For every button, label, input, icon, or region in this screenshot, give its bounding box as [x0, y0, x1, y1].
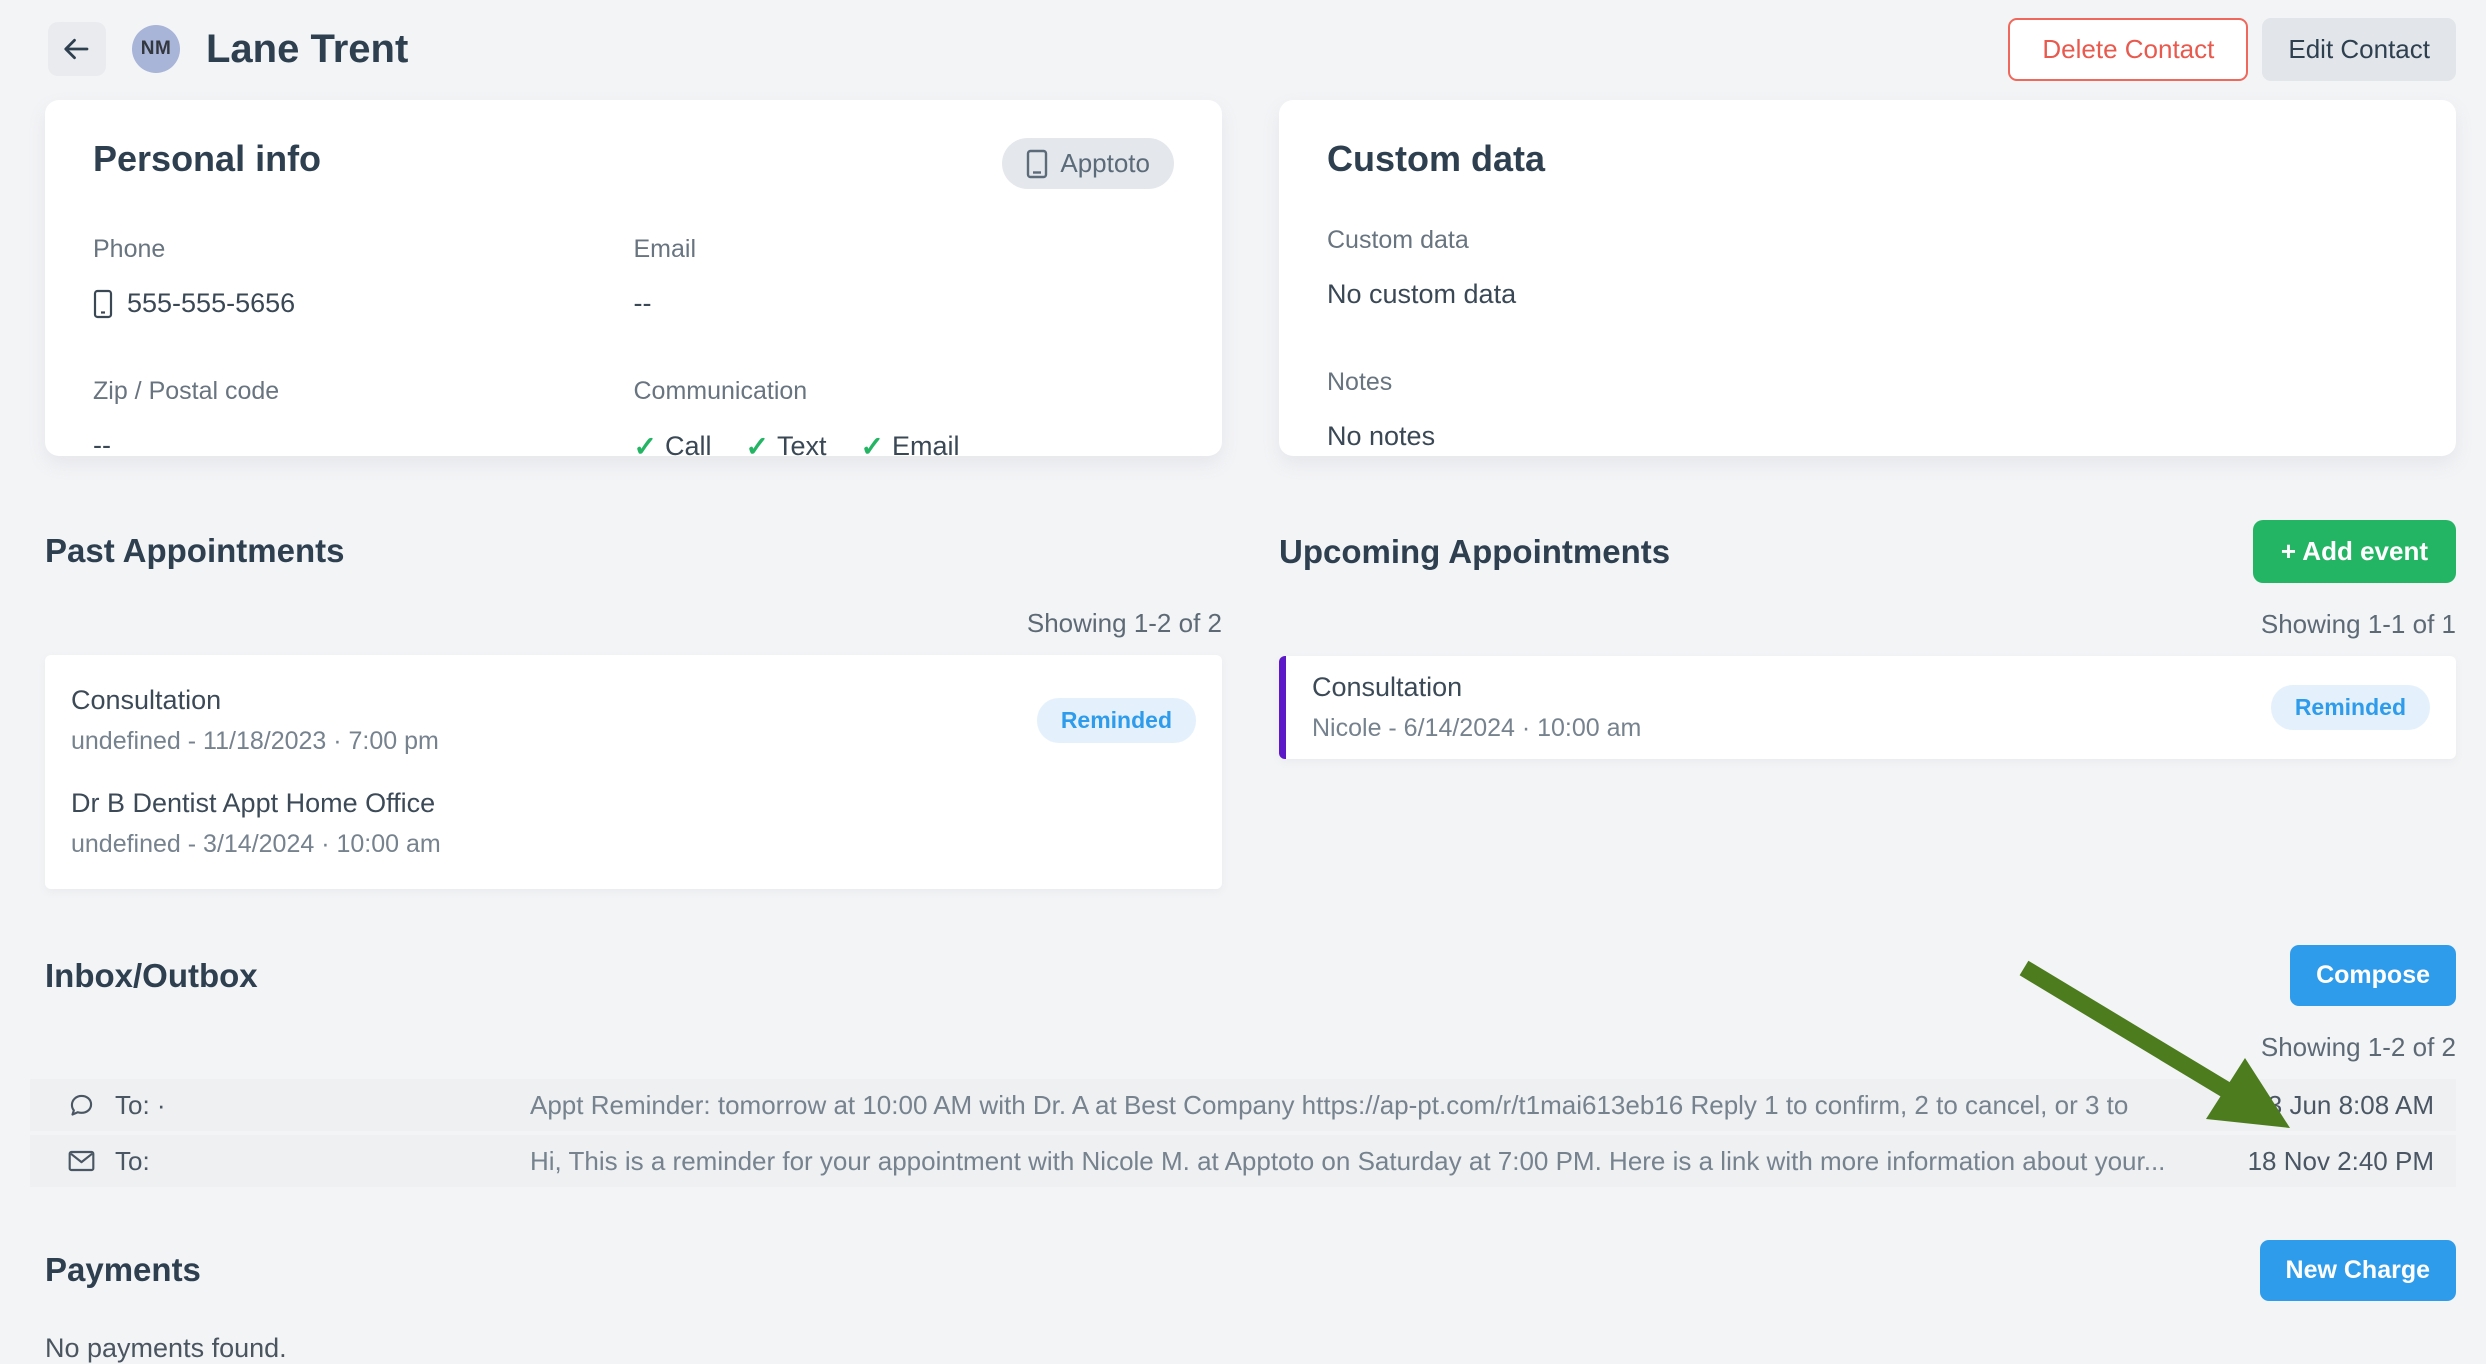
past-appointments-list: Consultation undefined - 11/18/2023 · 7:…	[45, 655, 1222, 889]
message-timestamp: 18 Nov 2:40 PM	[2179, 1146, 2434, 1177]
reminded-badge: Reminded	[1037, 698, 1196, 743]
message-row[interactable]: To: Hi, This is a reminder for your appo…	[30, 1135, 2456, 1187]
notes-label: Notes	[1327, 368, 2408, 397]
avatar: NM	[132, 25, 180, 73]
payments-section: Payments New Charge No payments found.	[45, 1239, 2456, 1364]
email-field: Email --	[634, 235, 1175, 319]
comm-text-label: Text	[777, 431, 827, 462]
compose-button[interactable]: Compose	[2290, 945, 2456, 1006]
appointment-subtitle: undefined - 11/18/2023 · 7:00 pm	[71, 727, 439, 756]
inbox-outbox-title: Inbox/Outbox	[45, 957, 258, 995]
apptoto-source-badge: Apptoto	[1002, 138, 1174, 189]
phone-label: Phone	[93, 235, 634, 264]
comm-option-call: ✓ Call	[634, 430, 712, 463]
badge-label: Apptoto	[1060, 148, 1150, 179]
custom-data-label: Custom data	[1327, 226, 2408, 255]
chat-bubble-icon	[68, 1092, 95, 1119]
upcoming-appointments-list: Consultation Nicole - 6/14/2024 · 10:00 …	[1279, 656, 2456, 759]
email-value: --	[634, 288, 1175, 319]
upcoming-appointments-section: Upcoming Appointments + Add event Showin…	[1279, 520, 2456, 759]
comm-call-label: Call	[665, 431, 712, 462]
appointment-subtitle: undefined - 3/14/2024 · 10:00 am	[71, 830, 441, 859]
check-icon: ✓	[634, 430, 657, 463]
zip-label: Zip / Postal code	[93, 377, 634, 406]
add-event-button[interactable]: + Add event	[2253, 520, 2456, 583]
appointment-item[interactable]: Consultation Nicole - 6/14/2024 · 10:00 …	[1279, 656, 2456, 759]
showing-count: Showing 1-2 of 2	[45, 608, 1222, 639]
edit-contact-button[interactable]: Edit Contact	[2262, 18, 2456, 81]
appointment-title: Consultation	[1312, 672, 1641, 703]
past-appointments-title: Past Appointments	[45, 532, 344, 570]
check-icon: ✓	[860, 430, 883, 463]
topbar: NM Lane Trent Delete Contact Edit Contac…	[0, 0, 2486, 84]
custom-data-card: Custom data Custom data No custom data N…	[1279, 100, 2456, 456]
check-icon: ✓	[745, 430, 768, 463]
message-to-label: To:	[115, 1146, 150, 1177]
communication-label: Communication	[634, 377, 1175, 406]
message-to-label: To: ·	[115, 1090, 166, 1121]
appointment-item[interactable]: Dr B Dentist Appt Home Office undefined …	[71, 772, 1196, 875]
reminded-badge: Reminded	[2271, 685, 2430, 730]
upcoming-appointments-title: Upcoming Appointments	[1279, 533, 1670, 571]
email-label: Email	[634, 235, 1175, 264]
message-timestamp: 13 Jun 8:08 AM	[2179, 1090, 2434, 1121]
mobile-phone-icon	[93, 289, 113, 319]
comm-option-email: ✓ Email	[860, 430, 959, 463]
zip-field: Zip / Postal code --	[93, 377, 634, 463]
payments-empty-text: No payments found.	[45, 1333, 2456, 1364]
comm-email-label: Email	[892, 431, 960, 462]
comm-option-text: ✓ Text	[745, 430, 826, 463]
delete-contact-button[interactable]: Delete Contact	[2008, 18, 2248, 81]
new-charge-button[interactable]: New Charge	[2260, 1240, 2456, 1301]
personal-info-card: Personal info Apptoto Phone 555-555-5656…	[45, 100, 1222, 456]
custom-data-field: Custom data No custom data	[1327, 226, 2408, 310]
arrow-left-icon	[62, 34, 92, 64]
phone-field: Phone 555-555-5656	[93, 235, 634, 319]
inbox-outbox-section: Inbox/Outbox Compose Showing 1-2 of 2 To…	[30, 945, 2456, 1187]
page-title: Lane Trent	[206, 27, 408, 72]
custom-data-title: Custom data	[1327, 138, 1545, 180]
showing-count: Showing 1-1 of 1	[1279, 609, 2456, 640]
appointment-subtitle: Nicole - 6/14/2024 · 10:00 am	[1312, 714, 1641, 743]
phone-value: 555-555-5656	[127, 288, 295, 319]
payments-title: Payments	[45, 1251, 201, 1289]
personal-info-title: Personal info	[93, 138, 321, 180]
communication-field: Communication ✓ Call ✓ Text ✓ Email	[634, 377, 1175, 463]
appointment-title: Consultation	[71, 685, 439, 716]
zip-value: --	[93, 430, 634, 461]
back-button[interactable]	[48, 22, 106, 76]
tablet-icon	[1026, 149, 1048, 179]
message-preview: Hi, This is a reminder for your appointm…	[530, 1146, 2179, 1177]
appointment-item[interactable]: Consultation undefined - 11/18/2023 · 7:…	[71, 669, 1196, 772]
custom-data-value: No custom data	[1327, 279, 2408, 310]
past-appointments-section: Past Appointments Showing 1-2 of 2 Consu…	[45, 520, 1222, 889]
notes-field: Notes No notes	[1327, 368, 2408, 452]
message-row[interactable]: To: · Appt Reminder: tomorrow at 10:00 A…	[30, 1079, 2456, 1131]
envelope-icon	[68, 1150, 95, 1172]
message-preview: Appt Reminder: tomorrow at 10:00 AM with…	[530, 1090, 2179, 1121]
appointment-title: Dr B Dentist Appt Home Office	[71, 788, 441, 819]
notes-value: No notes	[1327, 421, 2408, 452]
showing-count: Showing 1-2 of 2	[30, 1032, 2456, 1063]
